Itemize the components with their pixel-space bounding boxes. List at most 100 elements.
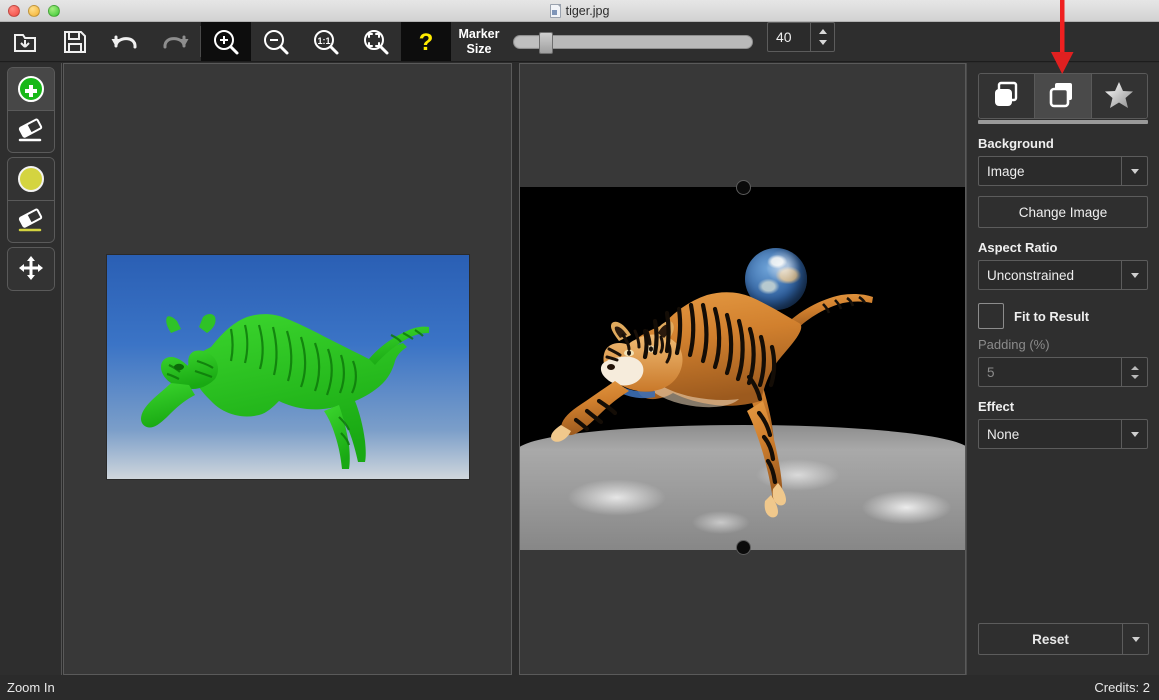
erase-background-marker-tool[interactable] xyxy=(8,200,54,242)
document-icon xyxy=(550,4,561,18)
effect-label: Effect xyxy=(978,399,1148,414)
question-mark-icon: ? xyxy=(415,29,437,55)
folder-download-icon xyxy=(12,29,38,55)
add-background-marker-tool[interactable] xyxy=(8,158,54,200)
slider-handle[interactable] xyxy=(539,32,553,54)
reset-button-label[interactable]: Reset xyxy=(979,624,1122,654)
window-title-group: tiger.jpg xyxy=(0,0,1159,22)
tab-background[interactable] xyxy=(1034,74,1090,118)
magnifier-fit-icon xyxy=(362,28,390,56)
foreground-tool-group xyxy=(7,67,55,153)
source-image-canvas[interactable] xyxy=(63,63,512,675)
tab-underline xyxy=(978,120,1148,124)
effect-select[interactable]: None xyxy=(978,419,1148,449)
status-left-text: Zoom In xyxy=(7,680,55,695)
zoom-actual-size-button[interactable]: 1:1 xyxy=(301,22,351,61)
aspect-ratio-label: Aspect Ratio xyxy=(978,240,1148,255)
padding-label: Padding (%) xyxy=(978,337,1148,352)
caret-down-icon[interactable] xyxy=(1131,375,1139,379)
stacked-squares-outline-icon xyxy=(1048,80,1078,113)
move-cross-arrows-icon xyxy=(18,255,44,284)
floppy-save-icon xyxy=(63,30,87,54)
padding-stepper[interactable]: 5 xyxy=(978,357,1148,387)
add-foreground-marker-tool[interactable] xyxy=(8,68,54,110)
undo-arrow-icon xyxy=(111,30,139,54)
chevron-down-icon xyxy=(1131,273,1139,278)
zoom-in-button[interactable] xyxy=(201,22,251,61)
composited-tiger-graphic xyxy=(520,187,966,550)
tab-layers[interactable] xyxy=(979,74,1034,118)
effect-select-arrow[interactable] xyxy=(1121,420,1147,448)
main-toolbar: 1:1 ? Marker Size xyxy=(0,22,1159,62)
status-bar: Zoom In Credits: 2 xyxy=(0,675,1159,700)
marker-size-stepper[interactable]: 40 xyxy=(767,22,835,52)
help-button[interactable]: ? xyxy=(401,22,451,61)
star-icon xyxy=(1104,80,1134,113)
tool-rail xyxy=(0,63,62,675)
background-select-arrow[interactable] xyxy=(1121,157,1147,185)
caret-up-icon[interactable] xyxy=(1131,366,1139,370)
redo-button[interactable] xyxy=(150,22,200,61)
stacked-squares-filled-icon xyxy=(992,80,1022,113)
save-file-button[interactable] xyxy=(50,22,100,61)
magnifier-plus-icon xyxy=(212,28,240,56)
navigation-tool-group xyxy=(7,247,55,291)
chevron-down-icon xyxy=(1132,637,1140,642)
effect-select-value: None xyxy=(979,420,1121,448)
chevron-down-icon xyxy=(1131,432,1139,437)
pan-tool[interactable] xyxy=(8,248,54,290)
source-image[interactable] xyxy=(107,255,469,479)
background-label: Background xyxy=(978,136,1148,151)
undo-button[interactable] xyxy=(100,22,150,61)
open-file-button[interactable] xyxy=(0,22,50,61)
title-bar: tiger.jpg xyxy=(0,0,1159,22)
background-tool-group xyxy=(7,157,55,243)
background-select[interactable]: Image xyxy=(978,156,1148,186)
credits-text: Credits: 2 xyxy=(1094,680,1150,695)
crop-handle-bottom[interactable] xyxy=(736,540,751,555)
aspect-ratio-select-arrow[interactable] xyxy=(1121,261,1147,289)
marker-size-slider-wrap xyxy=(513,22,753,61)
properties-panel: Background Image Change Image Aspect Rat… xyxy=(966,63,1159,675)
fit-to-result-checkbox[interactable] xyxy=(978,303,1004,329)
marker-size-spin-buttons[interactable] xyxy=(810,23,834,51)
magnifier-minus-icon xyxy=(262,28,290,56)
marker-size-label: Marker Size xyxy=(453,22,505,61)
tab-effects[interactable] xyxy=(1091,74,1147,118)
reset-dropdown-arrow[interactable] xyxy=(1122,624,1148,654)
green-masked-tiger-graphic xyxy=(107,255,469,479)
result-image-canvas[interactable] xyxy=(519,63,966,675)
crop-handle-top[interactable] xyxy=(736,180,751,195)
reset-split-button[interactable]: Reset xyxy=(978,623,1149,655)
eraser-yellow-icon xyxy=(16,207,46,236)
fit-to-result-row[interactable]: Fit to Result xyxy=(978,303,1148,329)
magnifier-1to1-icon: 1:1 xyxy=(312,28,340,56)
fit-to-result-label: Fit to Result xyxy=(1014,309,1089,324)
marker-size-label-line1: Marker xyxy=(459,27,500,42)
marker-size-label-line2: Size xyxy=(466,42,491,57)
marker-size-value[interactable]: 40 xyxy=(768,23,810,51)
padding-spin-buttons[interactable] xyxy=(1121,358,1147,386)
eraser-white-icon xyxy=(16,117,46,146)
svg-text:?: ? xyxy=(419,29,434,55)
app-window: tiger.jpg xyxy=(0,0,1159,700)
change-image-button[interactable]: Change Image xyxy=(978,196,1148,228)
marker-size-slider[interactable] xyxy=(513,35,753,49)
padding-value[interactable]: 5 xyxy=(979,358,1121,386)
svg-text:1:1: 1:1 xyxy=(317,36,330,46)
chevron-down-icon xyxy=(1131,169,1139,174)
aspect-ratio-select-value: Unconstrained xyxy=(979,261,1121,289)
redo-arrow-icon xyxy=(161,30,189,54)
caret-up-icon[interactable] xyxy=(819,29,827,34)
result-composite-image[interactable] xyxy=(520,187,966,550)
yellow-circle-icon xyxy=(18,166,44,192)
background-select-value: Image xyxy=(979,157,1121,185)
caret-down-icon[interactable] xyxy=(819,40,827,45)
zoom-fit-button[interactable] xyxy=(351,22,401,61)
aspect-ratio-select[interactable]: Unconstrained xyxy=(978,260,1148,290)
panel-tab-bar xyxy=(978,73,1148,119)
erase-foreground-marker-tool[interactable] xyxy=(8,110,54,152)
zoom-out-button[interactable] xyxy=(251,22,301,61)
green-plus-circle-icon xyxy=(18,76,44,102)
window-title: tiger.jpg xyxy=(566,4,610,18)
